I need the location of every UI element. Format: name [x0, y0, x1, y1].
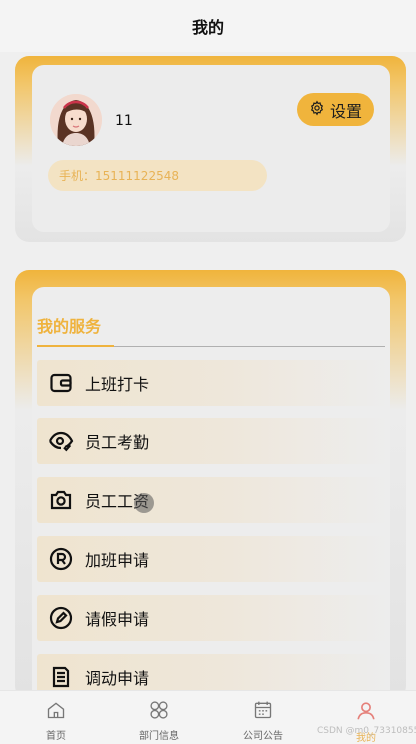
eye-check-icon	[48, 428, 74, 454]
service-item-clock-in[interactable]: 上班打卡	[37, 360, 388, 406]
title-bar: 我的	[0, 0, 416, 52]
home-icon	[46, 700, 66, 724]
tab-mine[interactable]: 我的	[326, 691, 406, 744]
tab-label: 部门信息	[139, 731, 179, 742]
service-item-leave[interactable]: 请假申请	[37, 595, 388, 641]
services-title: 我的服务	[37, 317, 102, 336]
camera-icon	[48, 487, 74, 513]
tab-label: 公司公告	[243, 731, 283, 742]
document-icon	[48, 664, 74, 690]
service-label: 请假申请	[85, 610, 150, 629]
settings-button[interactable]: 设置	[297, 93, 374, 126]
username: 11	[115, 113, 133, 129]
service-item-overtime[interactable]: 加班申请	[37, 536, 388, 582]
phone-badge: 手机：15111122548	[48, 160, 267, 191]
watermark: CSDN @m0_73310855	[317, 726, 416, 736]
gear-icon	[309, 99, 325, 120]
services-divider	[37, 345, 385, 347]
registered-icon	[48, 546, 74, 572]
service-label: 上班打卡	[85, 375, 150, 394]
person-icon	[355, 700, 377, 726]
tab-announcements[interactable]: 公司公告	[223, 691, 303, 744]
page-title: 我的	[191, 18, 224, 37]
service-label: 调动申请	[85, 669, 150, 688]
clover-icon	[149, 700, 169, 724]
wallet-icon	[48, 370, 74, 396]
tab-department[interactable]: 部门信息	[119, 691, 199, 744]
service-item-salary[interactable]: 员工工资	[37, 477, 388, 523]
edit-circle-icon	[48, 605, 74, 631]
profile-card	[32, 65, 390, 232]
calendar-icon	[253, 700, 273, 724]
service-label: 加班申请	[85, 551, 150, 570]
settings-label: 设置	[329, 101, 362, 121]
phone-number: 手机：15111122548	[59, 169, 179, 183]
service-item-attendance[interactable]: 员工考勤	[37, 418, 388, 464]
tab-label: 首页	[46, 731, 66, 742]
tab-home[interactable]: 首页	[16, 691, 96, 744]
service-label: 员工考勤	[85, 433, 150, 452]
touch-indicator	[134, 493, 154, 513]
avatar[interactable]	[50, 94, 102, 146]
